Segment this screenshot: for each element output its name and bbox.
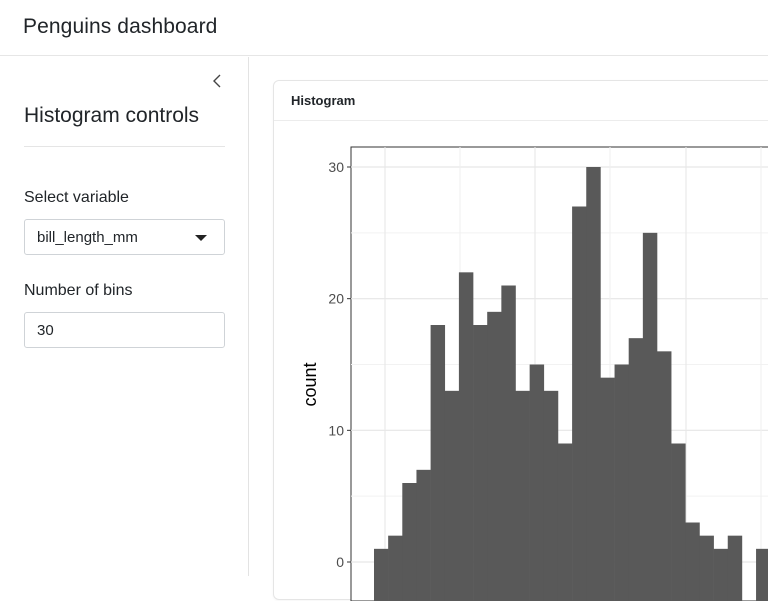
variable-select[interactable]: bill_length_mm <box>24 219 225 255</box>
card-header: Histogram <box>274 81 768 121</box>
histogram-bar <box>374 549 388 601</box>
histogram-bar <box>558 444 572 601</box>
sidebar-divider <box>24 146 225 147</box>
y-tick-label: 0 <box>336 554 344 570</box>
histogram-bar <box>416 470 430 601</box>
histogram-bar <box>714 549 728 601</box>
histogram-bar <box>459 272 473 601</box>
variable-select-value: bill_length_mm <box>37 229 138 246</box>
sidebar: Histogram controls Select variable bill_… <box>0 57 249 576</box>
histogram-plot: 0 10 20 30 count <box>274 121 768 601</box>
histogram-bar <box>756 549 768 601</box>
chevron-left-icon <box>211 73 225 89</box>
sidebar-collapse-button[interactable] <box>206 69 230 93</box>
y-tick-label: 10 <box>328 422 344 438</box>
histogram-bar <box>685 523 699 601</box>
histogram-card: Histogram 0 10 20 30 count <box>273 80 768 600</box>
histogram-bar <box>572 207 586 601</box>
histogram-bar <box>473 325 487 601</box>
main-panel: Histogram 0 10 20 30 count <box>250 57 768 576</box>
histogram-bar <box>431 325 445 601</box>
bins-input-label: Number of bins <box>24 282 133 300</box>
bins-input[interactable] <box>24 312 225 348</box>
app-header: Penguins dashboard <box>0 0 768 56</box>
histogram-bar <box>388 536 402 601</box>
y-tick-label: 30 <box>328 159 344 175</box>
histogram-bar <box>728 536 742 601</box>
histogram-bar <box>699 536 713 601</box>
histogram-bar <box>516 391 530 601</box>
histogram-bar <box>600 378 614 601</box>
y-axis-title: count <box>300 362 320 406</box>
caret-down-icon <box>195 235 207 241</box>
histogram-bar <box>657 351 671 601</box>
histogram-bar <box>445 391 459 601</box>
histogram-bar <box>643 233 657 601</box>
variable-select-label: Select variable <box>24 189 129 207</box>
histogram-bar <box>530 365 544 601</box>
sidebar-title: Histogram controls <box>24 104 199 128</box>
histogram-bar <box>629 338 643 601</box>
histogram-bar <box>615 365 629 601</box>
histogram-bar <box>544 391 558 601</box>
app-title: Penguins dashboard <box>23 15 217 39</box>
y-tick-label: 20 <box>328 291 344 307</box>
card-title: Histogram <box>291 93 355 108</box>
histogram-bar <box>671 444 685 601</box>
histogram-bar <box>586 167 600 601</box>
histogram-bar <box>487 312 501 601</box>
histogram-bar <box>501 286 515 601</box>
histogram-bar <box>402 483 416 601</box>
